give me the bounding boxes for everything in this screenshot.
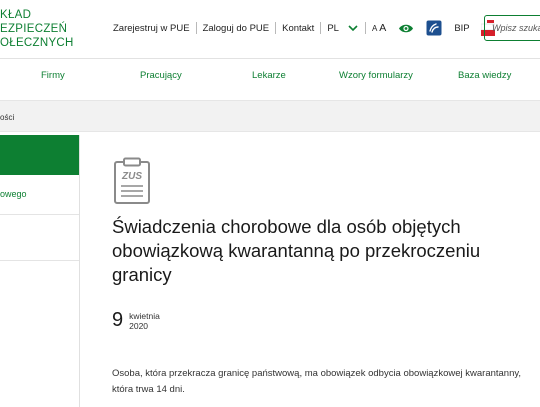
publication-date: 9 kwietnia 2020 [112,310,160,331]
sidebar-header [0,135,79,175]
date-day: 9 [112,309,124,331]
sidebar: owego [0,135,80,407]
page-title: Świadczenia chorobowe dla osób objętych … [112,216,481,285]
contact-link[interactable]: Kontakt [276,23,320,34]
font-size-small-button[interactable]: A [372,24,377,33]
language-select[interactable]: PL [321,22,365,34]
breadcrumb: ości [0,100,540,132]
zus-document-icon: ZUS [112,157,152,205]
utility-bar: Zarejestruj w PUE Zaloguj do PUE Kontakt… [113,18,501,38]
nav-item-wzory-formularzy[interactable]: Wzory formularzy [339,70,413,81]
date-month: kwietnia [129,311,160,321]
font-size-switch: A A [366,22,392,34]
breadcrumb-item[interactable]: ości [0,113,14,122]
sidebar-item[interactable] [0,215,79,261]
register-pue-link[interactable]: Zarejestruj w PUE [113,23,196,34]
contrast-eye-icon[interactable] [398,23,414,34]
zus-logo[interactable]: KŁAD EZPIECZEŃ OŁECZNYCH [0,8,80,50]
header-divider [0,58,540,59]
nav-item-baza-wiedzy[interactable]: Baza wiedzy [458,70,511,81]
svg-text:ZUS: ZUS [121,171,142,182]
date-year: 2020 [129,321,149,331]
sign-language-icon[interactable] [426,20,442,36]
login-pue-link[interactable]: Zaloguj do PUE [197,23,276,34]
logo-line-1: KŁAD [0,9,32,21]
search-input[interactable]: Wpisz szukan [484,15,540,41]
main-nav: Firmy Pracujący Lekarze Wzory formularzy… [0,70,540,84]
font-size-large-button[interactable]: A [379,22,386,34]
bip-link[interactable]: BIP [448,23,474,34]
nav-item-pracujacy[interactable]: Pracujący [140,70,182,81]
date-month-year: kwietnia 2020 [129,310,160,331]
logo-line-2: EZPIECZEŃ [0,23,68,35]
logo-line-3: OŁECZNYCH [0,37,74,49]
chevron-down-icon [347,22,359,34]
nav-item-firmy[interactable]: Firmy [41,70,65,81]
sidebar-item-active[interactable]: owego [0,175,79,215]
nav-item-lekarze[interactable]: Lekarze [252,70,286,81]
language-value: PL [327,22,339,34]
article-lead: Osoba, która przekracza granicę państwow… [112,368,522,395]
